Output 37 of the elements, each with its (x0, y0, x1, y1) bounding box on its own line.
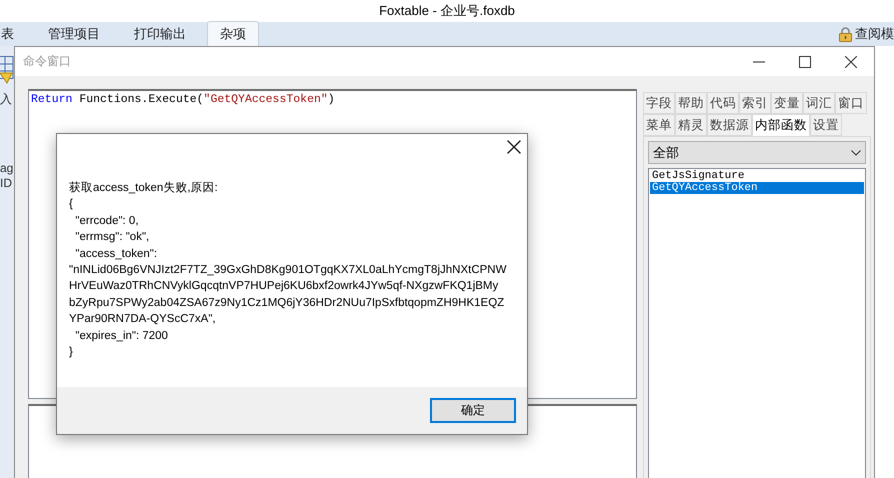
table-icon[interactable] (0, 56, 14, 86)
list-item[interactable]: GetQYAccessToken (650, 182, 864, 194)
background-text: 入 (0, 91, 12, 108)
code-token: "GetQYAccessToken" (204, 93, 328, 106)
mode-label[interactable]: 查阅模 (855, 25, 894, 43)
panel-tab[interactable]: 帮助 (675, 92, 707, 114)
maximize-icon[interactable] (799, 56, 811, 68)
background-text: ID (0, 176, 12, 190)
panel-tab[interactable]: 索引 (739, 92, 771, 114)
panel-tab[interactable]: 词汇 (803, 92, 835, 114)
ribbon-tab[interactable]: 打印输出 (121, 21, 199, 46)
filter-dropdown[interactable]: 全部 (648, 141, 866, 164)
panel-tab[interactable]: 数据源 (707, 114, 752, 136)
lock-icon (839, 26, 852, 42)
close-icon[interactable] (845, 56, 857, 68)
code-token: Return (31, 93, 72, 106)
code-token: Functions.Execute( (78, 93, 204, 106)
panel-tab[interactable]: 代码 (707, 92, 739, 114)
close-icon[interactable] (507, 140, 521, 154)
ribbon-tab[interactable]: 表 (0, 21, 27, 46)
message-text: 获取access_token失败,原因: { "errcode": 0, "errmsg": "ok", "access_token": "nINLid06Bg6VNJIzt2F7TZ_39GxGhD8Kg901OTgqKX7XL0aLhYcmgT8jJhNXtCPNW HrVEuWaz0TRhCNVyklGqcqtnVP7HUPej6KU6bxf2owrk4JYw5qf-NXgzwFKQ1jBMy bZyRpu7SPWy2ab04ZSA67z9Ny1Cz1MQ6jY36HDr2NUu7IpSxfbtqopmZH9HK1EQZ YPar90RN7DA-QYScC7xA", "expires_in": 7200 } (68, 180, 508, 360)
panel-tab[interactable]: 菜单 (643, 114, 675, 136)
window-title: 命令窗口 (23, 53, 72, 70)
panel-tab[interactable]: 窗口 (835, 92, 867, 114)
panel-tab[interactable]: 设置 (810, 114, 842, 136)
panel-tab[interactable]: 内部函数 (752, 114, 810, 136)
panel-tab[interactable]: 变量 (771, 92, 803, 114)
list-item[interactable]: GetJsSignature (650, 170, 864, 182)
app-title: Foxtable - 企业号.foxdb (379, 2, 515, 20)
background-text: ag (0, 161, 14, 175)
chevron-icon (851, 150, 861, 156)
panel-tab[interactable]: 字段 (643, 92, 675, 114)
ribbon-tab[interactable]: 杂项 (207, 21, 259, 46)
panel-tab[interactable]: 精灵 (675, 114, 707, 136)
code-token: ) (328, 93, 335, 106)
ribbon-tab[interactable]: 管理项目 (35, 21, 113, 46)
ok-button[interactable]: 确定 (430, 398, 516, 423)
